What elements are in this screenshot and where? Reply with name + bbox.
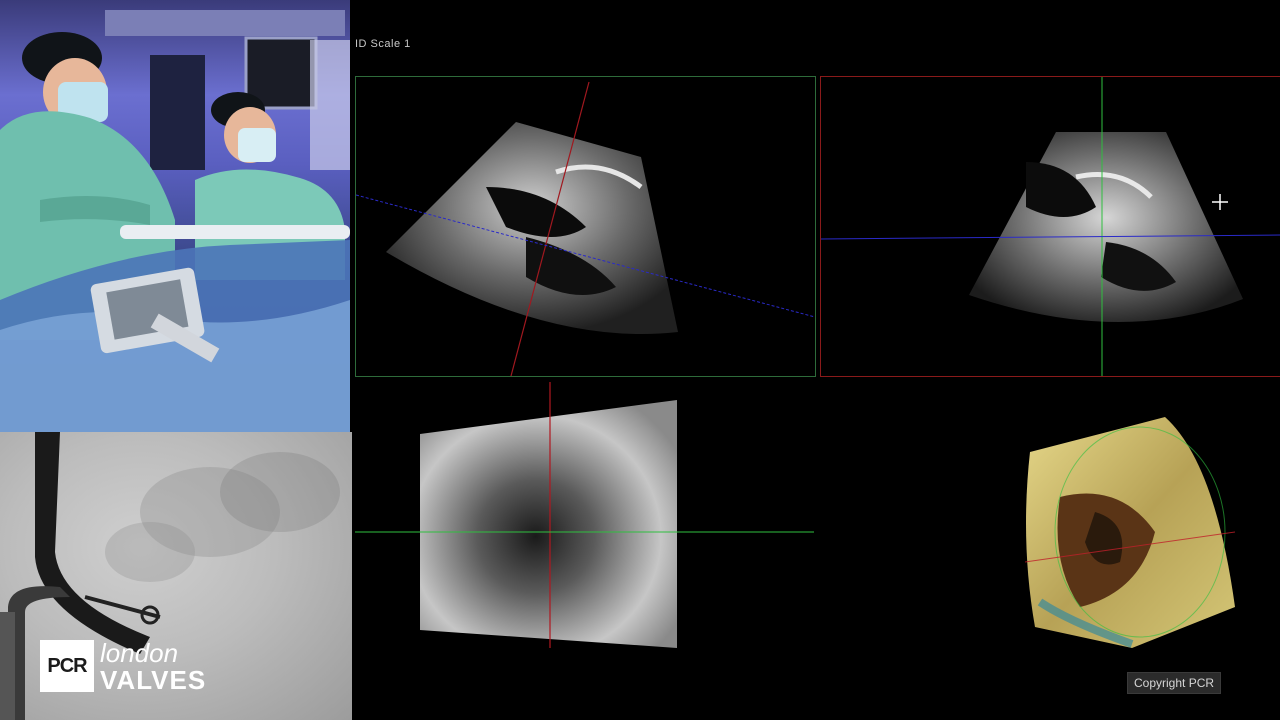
operators-video-panel (0, 0, 350, 432)
echo-view-bottom-left[interactable] (355, 382, 814, 648)
logo-text-valves: VALVES (100, 665, 207, 695)
echo-3d-render-view[interactable] (820, 382, 1280, 648)
pcr-logo: PCR (40, 640, 94, 692)
crosshair-cursor-icon (1212, 194, 1228, 210)
copyright-badge: Copyright PCR (1127, 672, 1222, 694)
viewer-title-label: ID Scale 1 (355, 38, 411, 50)
logo-text-london: london (100, 638, 179, 668)
echo-view-top-right[interactable] (820, 76, 1280, 377)
echo-view-top-left[interactable] (355, 76, 816, 377)
